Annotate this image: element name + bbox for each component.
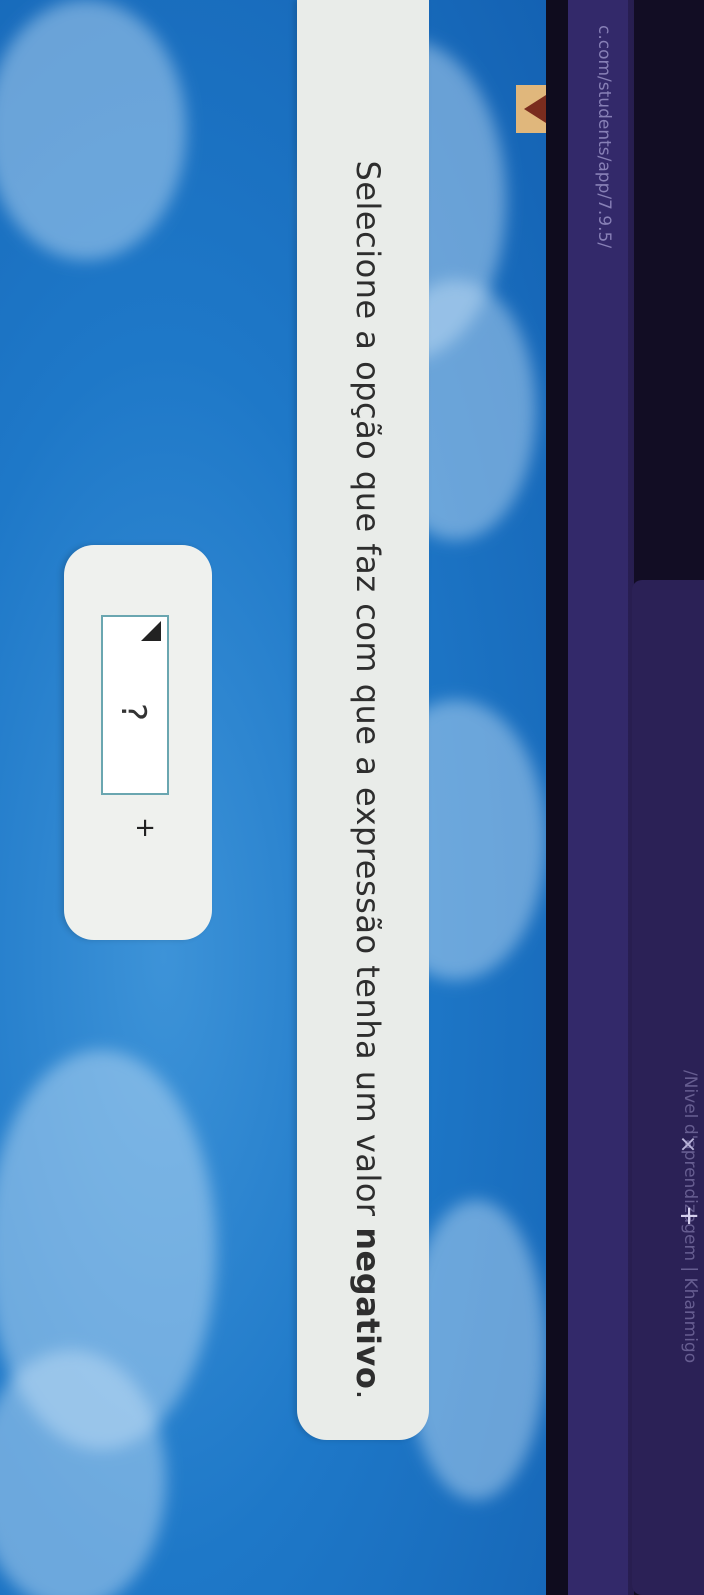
expression-operator: + [130, 817, 160, 839]
browser-chrome: /Nivel d'aprendizagem | Khanmigo × + c.c… [554, 0, 704, 1595]
browser-tab[interactable]: /Nivel d'aprendizagem | Khanmigo × + [632, 580, 704, 1595]
dropdown-value: ? [113, 703, 153, 722]
question-text: Selecione a opção que faz com que a expr… [349, 160, 387, 1400]
new-tab-icon[interactable]: + [674, 1205, 704, 1227]
tab-strip: /Nivel d'aprendizagem | Khanmigo × + [632, 0, 704, 1595]
answer-dropdown[interactable]: ? [101, 615, 169, 795]
url-text: c.com/students/app/7.9.5/ [594, 25, 614, 249]
bookmark-flag-icon[interactable] [516, 85, 546, 133]
question-banner: Selecione a opção que faz com que a expr… [297, 0, 429, 1440]
close-icon[interactable]: × [675, 1135, 700, 1153]
dropdown-arrow-icon [141, 621, 161, 641]
cloud-shape [0, 0, 186, 260]
screen-bezel [546, 0, 568, 1595]
question-emphasis: negativo [349, 1227, 387, 1390]
app-canvas: /Nivel d'aprendizagem | Khanmigo × + c.c… [0, 0, 704, 1595]
screen: /Nivel d'aprendizagem | Khanmigo × + c.c… [0, 0, 704, 1595]
address-bar[interactable]: c.com/students/app/7.9.5/ [568, 0, 628, 1595]
